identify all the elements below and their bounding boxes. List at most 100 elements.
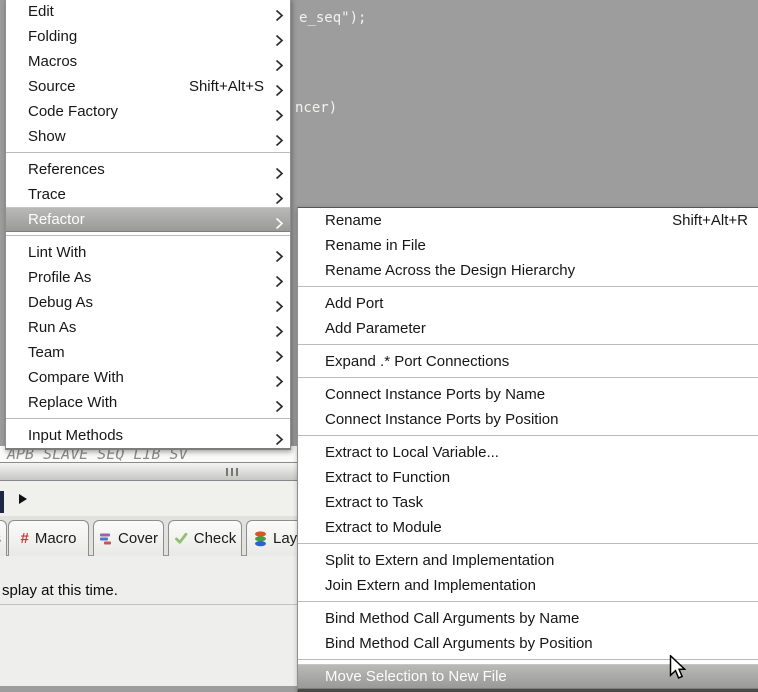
menu-separator [298,656,758,664]
context-menu-item-code-factory[interactable]: Code Factory [6,99,290,124]
editor-code-fragment: e_seq"); [299,10,366,26]
menu-item-label: Code Factory [28,103,118,120]
tab-label: s [0,530,1,547]
refactor-submenu-item-connect-instance-ports-by-position[interactable]: Connect Instance Ports by Position [298,407,758,432]
context-menu-item-references[interactable]: References [6,157,290,182]
menu-item-label: Split to Extern and Implementation [325,552,554,569]
menu-separator [298,540,758,548]
context-menu-item-replace-with[interactable]: Replace With [6,390,290,415]
hash-icon: # [20,530,28,547]
menu-item-label: Source [28,78,76,95]
menu-separator [6,149,290,157]
context-menu-item-trace[interactable]: Trace [6,182,290,207]
menu-item-label: Show [28,128,66,145]
menu-item-label: Compare With [28,369,124,386]
menu-separator [298,432,758,440]
refactor-submenu-item-add-port[interactable]: Add Port [298,291,758,316]
menu-item-label: Edit [28,3,54,20]
context-menu-item-input-methods[interactable]: Input Methods [6,423,290,448]
menu-item-label: Folding [28,28,77,45]
menu-item-label: Add Port [325,295,383,312]
menu-item-label: Run As [28,319,76,336]
menu-item-label: Trace [28,186,66,203]
check-icon [174,532,188,545]
tab-label: Cover [118,530,158,547]
menu-item-label: Macros [28,53,77,70]
refactor-submenu-item-split-to-extern-and-implementation[interactable]: Split to Extern and Implementation [298,548,758,573]
editor-code-fragment: ncer) [295,100,337,116]
menu-item-shortcut: Shift+Alt+R [672,208,748,233]
menu-item-label: Add Parameter [325,320,426,337]
refactor-submenu-item-join-extern-and-implementation[interactable]: Join Extern and Implementation [298,573,758,598]
refactor-submenu: Rename Shift+Alt+R Rename in File Rename Ac… [297,207,758,692]
menu-item-label: Profile As [28,269,91,286]
context-menu-item-refactor[interactable]: Refactor [6,207,290,232]
menu-item-label: Connect Instance Ports by Name [325,386,545,403]
menu-item-label: Rename [325,212,382,229]
menu-item-label: Expand .* Port Connections [325,353,509,370]
menu-item-label: Bind Method Call Arguments by Name [325,610,579,627]
menu-item-label: Join Extern and Implementation [325,577,536,594]
refactor-submenu-item-rename[interactable]: Rename Shift+Alt+R [298,208,758,233]
context-menu-item-run-as[interactable]: Run As [6,315,290,340]
tab-label: Macro [35,530,77,547]
context-menu-item-profile-as[interactable]: Profile As [6,265,290,290]
tab-label: Lay [273,530,297,547]
refactor-submenu-item-bind-method-call-arguments-by-position[interactable]: Bind Method Call Arguments by Position [298,631,758,656]
refactor-submenu-item-connect-instance-ports-by-name[interactable]: Connect Instance Ports by Name [298,382,758,407]
layers-icon [254,531,267,547]
menu-separator [298,283,758,291]
submenu-arrow-icon [275,429,284,454]
context-menu-item-debug-as[interactable]: Debug As [6,290,290,315]
menu-separator [298,341,758,349]
menu-item-label: Connect Instance Ports by Position [325,411,558,428]
menu-item-label: Extract to Module [325,519,442,536]
menu-item-shortcut: Shift+Alt+S [189,74,264,99]
refactor-submenu-item-add-parameter[interactable]: Add Parameter [298,316,758,341]
menu-item-label: References [28,161,105,178]
menu-item-label: Extract to Task [325,494,423,511]
menu-item-label: Extract to Function [325,469,450,486]
context-menu-item-show[interactable]: Show [6,124,290,149]
menu-item-label: Replace With [28,394,117,411]
context-menu-item-folding[interactable]: Folding [6,24,290,49]
context-menu-item-macros[interactable]: Macros [6,49,290,74]
context-menu-item-lint-with[interactable]: Lint With [6,240,290,265]
refactor-submenu-item-extract-to-local-variable[interactable]: Extract to Local Variable... [298,440,758,465]
menu-item-label: Rename Across the Design Hierarchy [325,262,575,279]
context-menu-item-source[interactable]: Source Shift+Alt+S [6,74,290,99]
mouse-cursor-icon [669,655,686,685]
menu-separator [298,598,758,606]
context-menu-item-team[interactable]: Team [6,340,290,365]
menu-item-label: Refactor [28,211,85,228]
context-menu-item-compare-with[interactable]: Compare With [6,365,290,390]
expand-arrow-button[interactable] [19,494,27,504]
context-menu-item-edit[interactable]: Edit [6,0,290,24]
refactor-submenu-item-extract-to-task[interactable]: Extract to Task [298,490,758,515]
refactor-submenu-item-bind-method-call-arguments-by-name[interactable]: Bind Method Call Arguments by Name [298,606,758,631]
refactor-submenu-item-rename-across-the-design-hierarchy[interactable]: Rename Across the Design Hierarchy [298,258,758,283]
tab-check[interactable]: Check [168,520,242,556]
tab-s[interactable]: s [0,520,7,556]
menu-separator [6,232,290,240]
status-message: splay at this time. [2,582,118,599]
clipped-icon [0,491,4,513]
menu-item-label: Rename in File [325,237,426,254]
menu-item-label: Debug As [28,294,93,311]
refactor-submenu-item-extract-to-function[interactable]: Extract to Function [298,465,758,490]
refactor-submenu-item-expand-port-connections[interactable]: Expand .* Port Connections [298,349,758,374]
menu-item-label: Team [28,344,65,361]
menu-item-label: Lint With [28,244,86,261]
refactor-submenu-item-move-selection-to-new-file[interactable]: Move Selection to New File [298,664,758,689]
menu-item-label: Bind Method Call Arguments by Position [325,635,593,652]
tab-macro[interactable]: # Macro [8,520,89,556]
refactor-submenu-item-rename-in-file[interactable]: Rename in File [298,233,758,258]
tab-cover[interactable]: Cover [93,520,164,556]
menu-separator [6,415,290,423]
menu-item-label: Input Methods [28,427,123,444]
coverage-icon [99,533,112,545]
refactor-submenu-item-extract-to-module[interactable]: Extract to Module [298,515,758,540]
menu-item-label: Extract to Local Variable... [325,444,499,461]
context-menu: Edit Folding Macros Source Shift+Alt+S Code F… [5,0,291,450]
scrollbar-grip-icon [226,468,238,476]
